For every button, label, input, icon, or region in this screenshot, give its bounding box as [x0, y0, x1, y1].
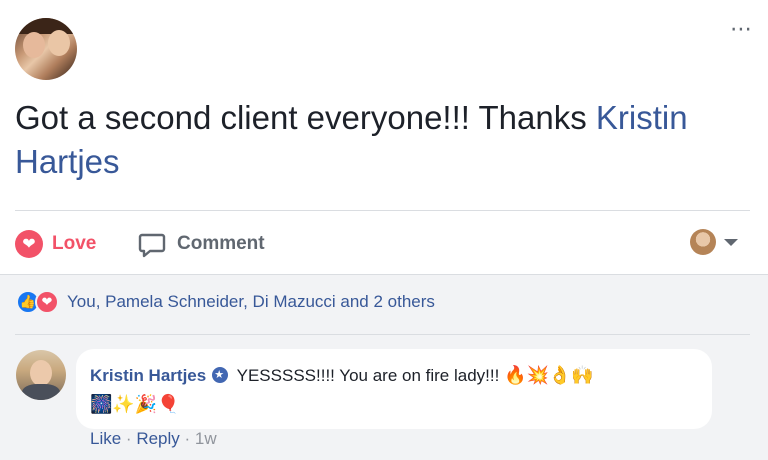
comment-bubble: Kristin Hartjes YESSSSS!!!! You are on f… [76, 349, 712, 429]
divider [15, 334, 750, 335]
commenter-avatar[interactable] [16, 350, 66, 400]
comment-emojis-1: 🔥💥👌🙌 [504, 365, 594, 385]
comment-text: YESSSSS!!!! You are on fire lady!!! [236, 366, 500, 385]
separator-dot: · [125, 429, 137, 448]
avatar-face-right [48, 30, 70, 56]
avatar-face [30, 360, 52, 386]
love-reaction-icon: ❤ [35, 290, 59, 314]
comments-section: 👍 ❤ You, Pamela Schneider, Di Mazucci an… [0, 274, 768, 460]
comment-like-link[interactable]: Like [90, 429, 121, 448]
reactions-summary[interactable]: 👍 ❤ You, Pamela Schneider, Di Mazucci an… [16, 290, 435, 314]
comment-timestamp[interactable]: 1w [195, 429, 217, 448]
comment-emojis-2: 🎆✨🎉🎈 [90, 394, 180, 414]
comment-reply-link[interactable]: Reply [136, 429, 179, 448]
caret-down-icon [724, 238, 738, 246]
comment-author[interactable]: Kristin Hartjes [90, 366, 206, 385]
love-button[interactable]: ❤ Love [15, 228, 96, 260]
comment-label: Comment [177, 233, 265, 254]
post-text-body: Got a second client everyone!!! Thanks [15, 99, 596, 136]
heart-icon: ❤ [15, 230, 43, 258]
comment-icon [138, 233, 166, 258]
reactions-names[interactable]: You, Pamela Schneider, Di Mazucci and 2 … [67, 292, 435, 312]
love-label: Love [52, 233, 97, 254]
comment-actions: Like · Reply · 1w [90, 429, 217, 449]
separator-dot: · [184, 429, 195, 448]
divider [15, 210, 750, 211]
user-avatar [690, 229, 716, 255]
comment-button[interactable]: Comment [138, 228, 265, 260]
more-options-icon[interactable]: ⋯ [730, 18, 752, 40]
poster-avatar[interactable] [15, 18, 77, 80]
avatar-hair [15, 18, 77, 34]
badge-icon [212, 361, 229, 389]
post-card: ⋯ Got a second client everyone!!! Thanks… [0, 0, 768, 274]
audience-selector[interactable] [690, 229, 738, 255]
avatar-face-left [23, 32, 45, 58]
avatar-body [22, 384, 60, 400]
post-text: Got a second client everyone!!! Thanks K… [15, 96, 755, 184]
